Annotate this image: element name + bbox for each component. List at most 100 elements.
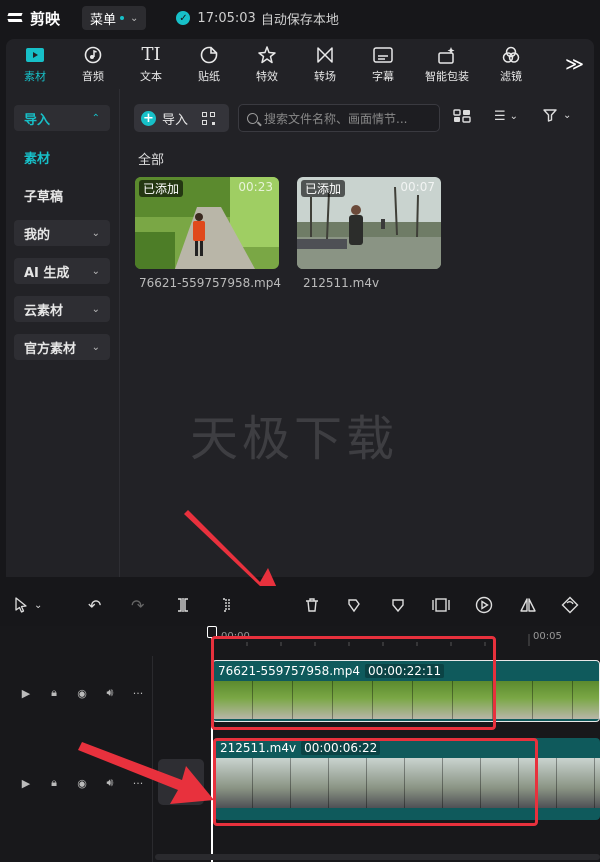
- chevron-down-icon: ⌄: [509, 111, 519, 122]
- delete-icon[interactable]: [304, 594, 320, 616]
- media-sidebar: 导入 ⌃ 素材 子草稿 我的 ⌄ AI 生成 ⌄ 云素材 ⌄ 官方素材 ⌄: [6, 89, 120, 577]
- sort-button[interactable]: ☰ ⌄: [494, 109, 518, 124]
- notification-dot-icon: [120, 16, 125, 20]
- sidebar-item-official[interactable]: 官方素材 ⌄: [14, 334, 110, 360]
- media-filename: 212511.m4v: [303, 276, 380, 290]
- sidebar-item-label: AI 生成: [24, 265, 70, 281]
- title-bar: 剪映 菜单 ⌄ ✓ 17:05:03 自动保存本地: [0, 0, 600, 36]
- text-icon: TI: [141, 44, 161, 65]
- tab-effects[interactable]: 特效: [238, 39, 296, 89]
- lock-icon[interactable]: 🔒︎: [40, 776, 68, 790]
- watermark-text: 天极下载: [190, 411, 399, 467]
- media-icon: [25, 45, 45, 65]
- chevron-down-icon: ⌄: [130, 12, 139, 24]
- media-panel: + 导入 搜索文件名称、画面情节... ☰ ⌄ ⌄ 全部 已添加 00:23 7…: [120, 89, 594, 608]
- sidebar-item-mine[interactable]: 我的 ⌄: [14, 220, 110, 246]
- qr-code-icon[interactable]: [202, 111, 216, 125]
- tab-media[interactable]: 素材: [6, 39, 64, 89]
- import-label: 导入: [162, 112, 189, 128]
- highlight-box: [211, 636, 496, 730]
- tab-subtitle[interactable]: 字幕: [354, 39, 412, 89]
- media-duration: 00:07: [400, 180, 435, 194]
- timeline-toolbar: ⌄ ↶ ↷: [0, 586, 600, 624]
- mirror-icon[interactable]: [519, 594, 537, 616]
- tab-label: 音频: [82, 69, 104, 83]
- search-input[interactable]: 搜索文件名称、画面情节...: [238, 104, 440, 132]
- timeline-scrollbar[interactable]: [155, 854, 600, 860]
- import-button[interactable]: + 导入: [134, 104, 229, 132]
- split-icon[interactable]: [175, 594, 191, 616]
- transition-icon: [316, 45, 334, 65]
- sticker-icon: [200, 45, 218, 65]
- subtitle-icon: [373, 45, 393, 65]
- tab-label: 贴纸: [198, 69, 220, 83]
- added-badge: 已添加: [139, 180, 184, 197]
- sidebar-item-label: 子草稿: [24, 189, 64, 205]
- filter-icon: [502, 45, 520, 65]
- tab-label: 智能包装: [425, 69, 469, 83]
- chevron-down-icon: ⌄: [91, 303, 100, 315]
- more-tabs-icon[interactable]: ≫: [565, 54, 584, 75]
- trim-left-icon[interactable]: [218, 594, 234, 616]
- lock-icon[interactable]: 🔒︎: [40, 686, 68, 700]
- rotate-icon[interactable]: [561, 594, 579, 616]
- grid-view-icon[interactable]: [453, 109, 471, 123]
- chevron-down-icon: ⌄: [34, 599, 43, 611]
- sidebar-item-label: 素材: [24, 151, 51, 167]
- sidebar-item-subdraft[interactable]: 子草稿: [14, 182, 110, 208]
- video-track-icon: ▶: [21, 686, 31, 700]
- tab-audio[interactable]: 音频: [64, 39, 122, 89]
- smart-pack-icon: [437, 45, 457, 65]
- tab-sticker[interactable]: 贴纸: [180, 39, 238, 89]
- mark-icon[interactable]: [346, 594, 362, 616]
- timeline-area: 00:00 00:05 ▶ 🔒︎ ◉ 🔊︎ ··· ▶ 🔒︎ ◉ 🔊︎ ··· …: [0, 626, 600, 862]
- video-track-icon: ▶: [21, 776, 31, 790]
- app-name: 剪映: [30, 9, 61, 28]
- save-status-text: 自动保存本地: [260, 12, 339, 28]
- ruler-tick-label: 00:05: [533, 631, 562, 642]
- media-thumbnail[interactable]: 已添加 00:07: [297, 177, 441, 269]
- annotation-arrow-icon: [78, 742, 214, 804]
- sidebar-item-import[interactable]: 导入 ⌃: [14, 105, 110, 131]
- added-badge: 已添加: [301, 180, 346, 197]
- sidebar-item-ai-generate[interactable]: AI 生成 ⌄: [14, 258, 110, 284]
- shield-icon[interactable]: [390, 594, 406, 616]
- redo-icon[interactable]: ↷: [131, 594, 144, 616]
- tab-transition[interactable]: 转场: [296, 39, 354, 89]
- media-filename: 76621-559757958.mp4: [139, 276, 281, 290]
- capcut-logo-icon: [8, 11, 26, 25]
- play-circle-icon[interactable]: [475, 594, 493, 616]
- menu-label: 菜单: [90, 12, 117, 28]
- filter-button[interactable]: ⌄: [543, 109, 571, 122]
- tab-text[interactable]: TI 文本: [122, 39, 180, 89]
- sidebar-item-media[interactable]: 素材: [14, 144, 110, 170]
- tab-label: 转场: [314, 69, 336, 83]
- chevron-down-icon: ⌄: [91, 265, 100, 277]
- tab-label: 素材: [24, 69, 46, 83]
- sidebar-item-label: 我的: [24, 227, 51, 243]
- freeze-frame-icon[interactable]: [432, 594, 450, 616]
- main-menu-button[interactable]: 菜单 ⌄: [82, 6, 147, 30]
- autosave-status: ✓ 17:05:03 自动保存本地: [176, 9, 339, 28]
- sort-icon: ☰: [494, 109, 506, 124]
- select-tool-button[interactable]: ⌄: [14, 594, 42, 616]
- tab-filter[interactable]: 滤镜: [482, 39, 540, 89]
- tab-smart-pack[interactable]: 智能包装: [412, 39, 482, 89]
- media-duration: 00:23: [238, 180, 273, 194]
- volume-icon[interactable]: 🔊︎: [96, 686, 124, 700]
- plus-icon: +: [141, 110, 156, 126]
- eye-icon[interactable]: ◉: [68, 687, 96, 700]
- tab-label: 滤镜: [500, 69, 522, 83]
- app-logo: 剪映: [8, 8, 60, 29]
- chevron-down-icon: ⌄: [91, 227, 100, 239]
- chevron-up-icon: ⌃: [91, 112, 100, 124]
- top-toolbar: 素材 音频 TI 文本 贴纸 特效 转场 字幕 智能包装 滤镜 ≫: [6, 39, 594, 89]
- media-thumbnail[interactable]: 已添加 00:23: [135, 177, 279, 269]
- save-time: 17:05:03: [197, 10, 256, 26]
- sidebar-item-label: 导入: [24, 112, 51, 128]
- more-options-icon[interactable]: ···: [124, 687, 152, 700]
- sidebar-item-cloud[interactable]: 云素材 ⌄: [14, 296, 110, 322]
- track-header: ▶ 🔒︎ ◉ 🔊︎ ···: [0, 686, 152, 700]
- highlight-box: [213, 738, 538, 826]
- undo-icon[interactable]: ↶: [88, 594, 101, 616]
